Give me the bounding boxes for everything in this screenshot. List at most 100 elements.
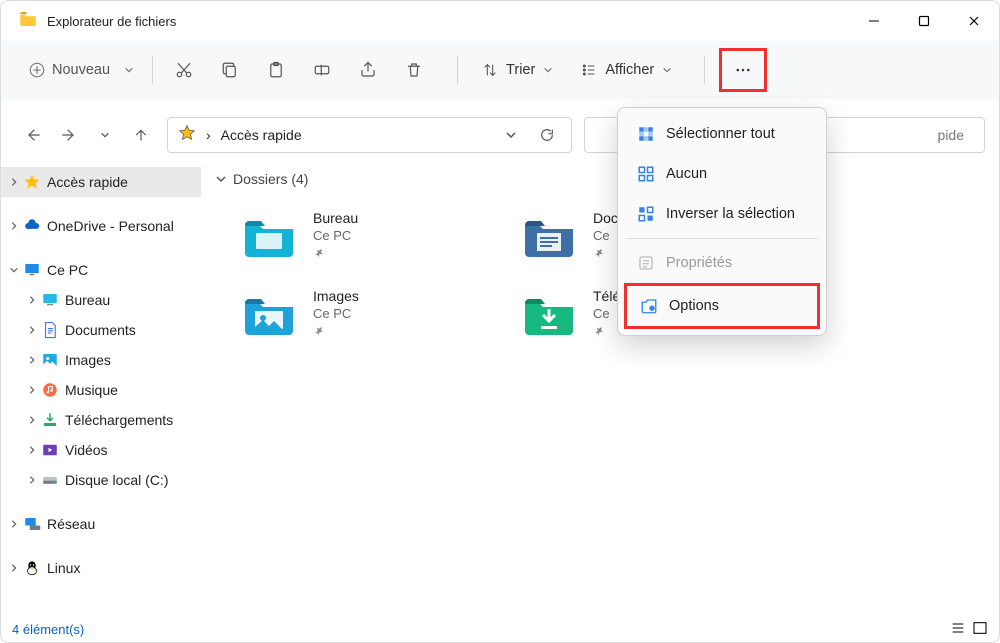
separator (457, 56, 458, 84)
sort-button[interactable]: Trier (478, 52, 565, 88)
select-none-icon (634, 165, 658, 183)
highlight-box-more (719, 48, 767, 92)
chevron-right-icon[interactable] (7, 563, 21, 573)
sidebar-item-label: Réseau (47, 516, 95, 532)
chevron-right-icon[interactable] (25, 475, 39, 485)
folder-location: Ce PC (313, 306, 359, 321)
folder-name: Images (313, 288, 359, 304)
nav-back-button[interactable] (15, 117, 51, 153)
view-icons-button[interactable] (972, 620, 988, 639)
sidebar-item-vidéos[interactable]: Vidéos (1, 435, 201, 465)
star-icon (21, 173, 43, 191)
view-button-label: Afficher (605, 62, 654, 78)
chevron-right-icon[interactable] (25, 445, 39, 455)
menu-invert-selection[interactable]: Inverser la sélection (624, 194, 820, 234)
chevron-right-icon[interactable] (7, 177, 21, 187)
sidebar-item-label: Bureau (65, 292, 110, 308)
chevron-right-icon[interactable] (7, 221, 21, 231)
music-icon (39, 381, 61, 399)
download-folder-icon (523, 293, 575, 335)
chevron-right-icon[interactable] (25, 295, 39, 305)
folder-item-bureau[interactable]: BureauCe PC (213, 197, 493, 275)
network-icon (21, 515, 43, 533)
menu-select-all[interactable]: Sélectionner tout (624, 114, 820, 154)
doc-folder-icon (523, 215, 575, 257)
refresh-button[interactable] (529, 117, 565, 153)
folder-location: Ce PC (313, 228, 358, 243)
section-header[interactable]: Dossiers (4) (213, 167, 987, 197)
minimize-button[interactable] (849, 1, 899, 41)
copy-button[interactable] (213, 52, 247, 88)
toolbar: Nouveau Trier Afficher (1, 41, 999, 99)
sidebar-item-images[interactable]: Images (1, 345, 201, 375)
menu-item-label: Aucun (666, 166, 707, 182)
chevron-down-icon[interactable] (7, 265, 21, 275)
menu-properties: Propriétés (624, 243, 820, 283)
cut-button[interactable] (167, 52, 201, 88)
chevron-right-icon[interactable] (25, 355, 39, 365)
star-icon (178, 124, 196, 147)
rename-button[interactable] (305, 52, 339, 88)
sidebar-item-linux[interactable]: Linux (1, 553, 201, 583)
sidebar-item-label: Musique (65, 382, 118, 398)
sidebar-item-label: Ce PC (47, 262, 88, 278)
menu-options[interactable]: Options (627, 286, 817, 326)
search-placeholder: pide (938, 127, 964, 143)
nav-forward-button[interactable] (51, 117, 87, 153)
folder-item-images[interactable]: Images Ce PC (213, 275, 493, 353)
images-icon (39, 351, 61, 369)
menu-select-none[interactable]: Aucun (624, 154, 820, 194)
menu-separator (626, 238, 818, 239)
nav-up-button[interactable] (123, 117, 159, 153)
new-button-label: Nouveau (52, 62, 110, 78)
section-header-label: Dossiers (4) (233, 171, 308, 187)
sidebar-item-label: OneDrive - Personal (47, 218, 174, 234)
sidebar-item-musique[interactable]: Musique (1, 375, 201, 405)
content-area: Dossiers (4) BureauCe PCDocCe ImagesCe P… (201, 161, 999, 631)
sidebar-item-accès-rapide[interactable]: Accès rapide (1, 167, 201, 197)
delete-button[interactable] (397, 52, 431, 88)
sidebar-item-label: Images (65, 352, 111, 368)
navigation-row: › Accès rapide pide (1, 109, 999, 161)
sidebar-item-onedrive---personal[interactable]: OneDrive - Personal (1, 211, 201, 241)
sidebar-item-disque-local-(c:)[interactable]: Disque local (C:) (1, 465, 201, 495)
nav-history-button[interactable] (87, 117, 123, 153)
desktop-icon (39, 291, 61, 309)
breadcrumb-current[interactable]: Accès rapide (221, 127, 302, 143)
app-icon (19, 12, 37, 31)
select-invert-icon (634, 205, 658, 223)
sidebar-item-bureau[interactable]: Bureau (1, 285, 201, 315)
download-icon (39, 411, 61, 429)
chevron-right-icon[interactable] (25, 385, 39, 395)
sidebar-item-ce-pc[interactable]: Ce PC (1, 255, 201, 285)
close-button[interactable] (949, 1, 999, 41)
paste-button[interactable] (259, 52, 293, 88)
folder-grid: BureauCe PCDocCe ImagesCe PCTéléCe (213, 197, 987, 353)
share-button[interactable] (351, 52, 385, 88)
sidebar-item-label: Téléchargements (65, 412, 173, 428)
more-menu: Sélectionner tout Aucun Inverser la séle… (617, 107, 827, 336)
status-bar: 4 élément(s) (0, 615, 1000, 643)
breadcrumb-separator: › (206, 127, 211, 143)
images-folder-icon (243, 293, 295, 335)
address-bar[interactable]: › Accès rapide (167, 117, 572, 153)
sidebar-item-label: Accès rapide (47, 174, 128, 190)
new-button[interactable]: Nouveau (24, 52, 138, 88)
maximize-button[interactable] (899, 1, 949, 41)
view-button[interactable]: Afficher (577, 52, 684, 88)
address-dropdown-button[interactable] (493, 117, 529, 153)
sidebar-item-réseau[interactable]: Réseau (1, 509, 201, 539)
sidebar-item-téléchargements[interactable]: Téléchargements (1, 405, 201, 435)
separator (704, 56, 705, 84)
chevron-right-icon[interactable] (7, 519, 21, 529)
sidebar-item-documents[interactable]: Documents (1, 315, 201, 345)
chevron-right-icon[interactable] (25, 325, 39, 335)
view-details-button[interactable] (950, 620, 966, 639)
desktop-folder-icon (243, 215, 295, 257)
status-text: 4 élément(s) (12, 622, 84, 637)
doc-icon (39, 321, 61, 339)
chevron-right-icon[interactable] (25, 415, 39, 425)
disk-icon (39, 471, 61, 489)
more-button[interactable] (723, 52, 763, 88)
folder-location: Ce (593, 228, 618, 243)
